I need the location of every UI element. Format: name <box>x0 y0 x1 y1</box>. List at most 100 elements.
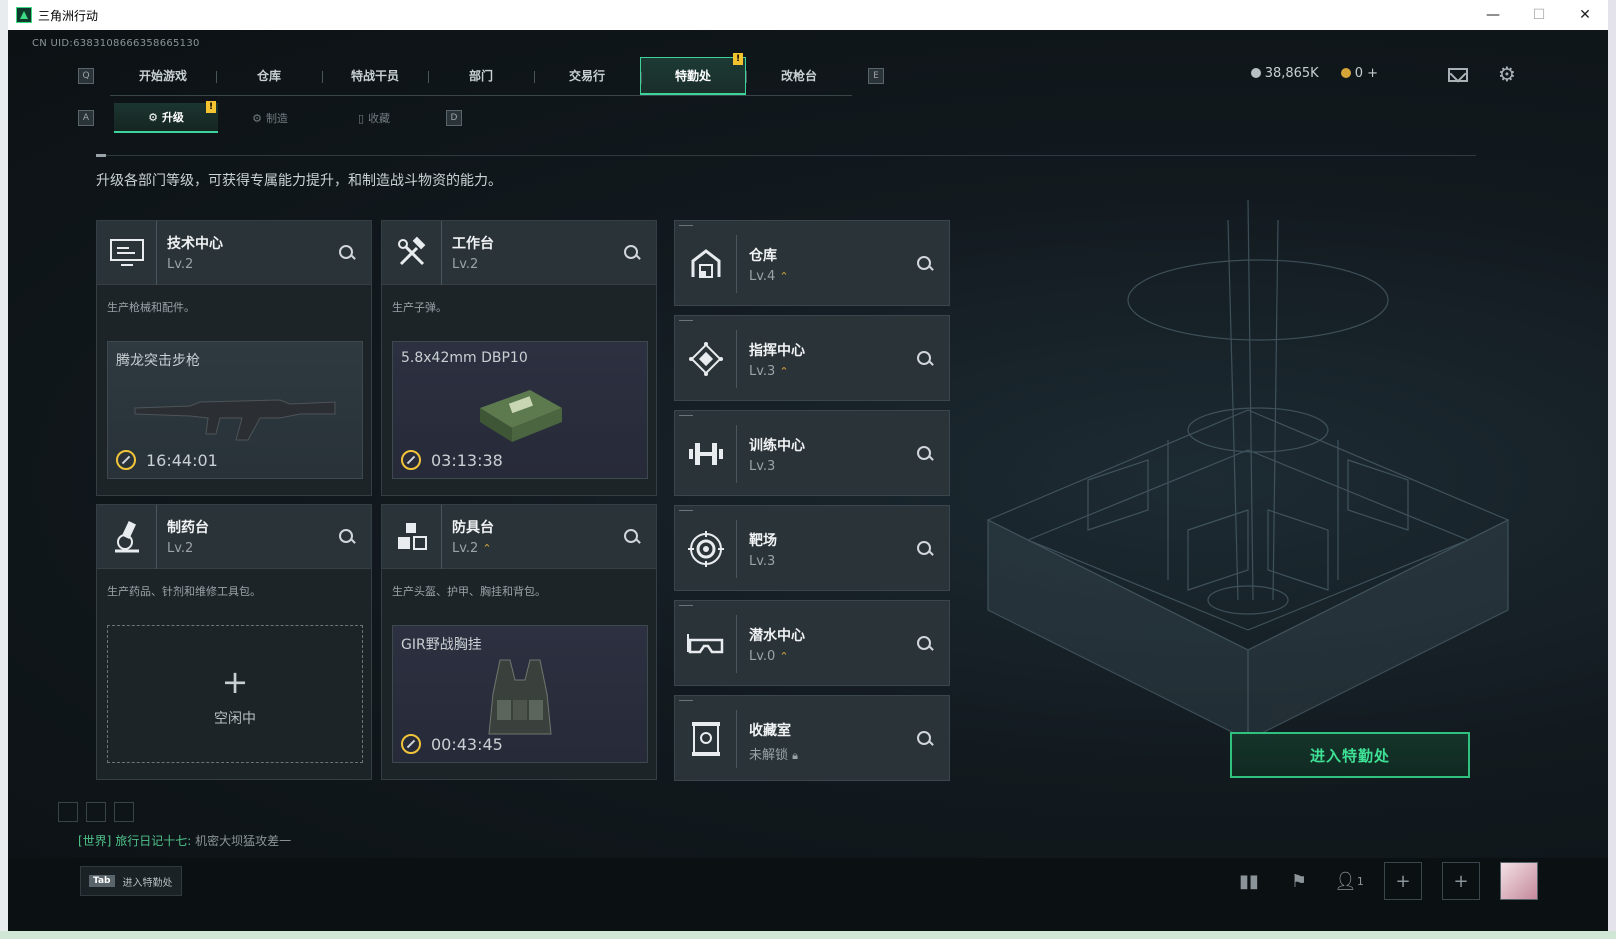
enter-special-ops-button[interactable]: 进入特勤处 <box>1230 732 1470 778</box>
upgrade-tab-icon: ⚙ <box>148 110 158 124</box>
gold-coin-icon <box>1340 68 1351 78</box>
bottom-icons: ▮▮ ⚑ 👤︎ 1 + + <box>1234 862 1538 900</box>
facility-level: Lv.2 <box>167 257 194 272</box>
facility-level: Lv.2 <box>167 541 194 556</box>
subnav-prev-key[interactable]: A <box>78 110 94 126</box>
taskbar-strip <box>0 931 1616 939</box>
idle-label: 空闲中 <box>214 711 256 727</box>
gear-icon[interactable]: ⚙ <box>1498 64 1518 84</box>
maximize-button[interactable]: ☐ <box>1516 0 1562 30</box>
facility-name: 收藏室 <box>749 723 791 739</box>
desktop-left-strip <box>0 0 8 939</box>
facility-level: Lv.3 <box>749 364 776 379</box>
production-slot[interactable]: 腾龙突击步枪 16:44:01 <box>107 341 363 479</box>
production-slot-idle[interactable]: + 空闲中 <box>107 625 363 763</box>
command-icon <box>675 330 737 388</box>
facility-collection-room[interactable]: 收藏室 未解锁 🔒︎ <box>674 695 950 781</box>
page-description: 升级各部门等级，可获得专属能力提升，和制造战斗物资的能力。 <box>96 173 502 189</box>
window-title: 三角洲行动 <box>38 8 99 23</box>
friends-count: 1 <box>1356 874 1364 888</box>
facility-name: 潜水中心 <box>749 628 805 644</box>
search-icon[interactable] <box>337 527 357 547</box>
facility-shooting-range[interactable]: 靶场 Lv.3 <box>674 505 950 591</box>
subtab-upgrade-label: 升级 <box>161 111 184 124</box>
facility-level-row: Lv.2 ⌃ <box>452 541 494 556</box>
add-party-slot-1[interactable]: + <box>1384 862 1422 900</box>
search-icon[interactable] <box>622 243 642 263</box>
workbench-card[interactable]: 工作台 Lv.2 生产子弹。 5.8x42mm DBP10 03:13:38 <box>381 220 657 496</box>
flag-icon[interactable]: ⚑ <box>1284 862 1314 900</box>
search-icon[interactable] <box>915 254 935 274</box>
armor-bench-card[interactable]: 防具台 Lv.2 ⌃ 生产头盔、护甲、胸挂和背包。 GIR野战胸挂 00:43:4… <box>381 504 657 780</box>
facility-name: 训练中心 <box>749 438 805 454</box>
chest-rig-image <box>475 654 565 744</box>
search-icon[interactable] <box>915 729 935 749</box>
chat-sender: 旅行日记十七: <box>115 834 192 848</box>
tab-enter-hint[interactable]: Tab 进入特勤处 <box>80 866 182 896</box>
search-icon[interactable] <box>337 243 357 263</box>
timer-value: 16:44:01 <box>146 450 218 470</box>
search-icon[interactable] <box>622 527 642 547</box>
facility-level: Lv.2 <box>452 257 479 272</box>
desktop-right-strip <box>1608 0 1616 939</box>
rifle-image <box>130 378 340 452</box>
tab-operators[interactable]: 特战干员 <box>322 57 428 95</box>
facility-training-center[interactable]: 训练中心 Lv.3 <box>674 410 950 496</box>
search-icon[interactable] <box>915 444 935 464</box>
facility-level: Lv.3 <box>749 554 776 569</box>
production-slot[interactable]: GIR野战胸挂 00:43:45 <box>392 625 648 763</box>
upgrade-alert-badge: ! <box>206 101 216 113</box>
search-icon[interactable] <box>915 634 935 654</box>
search-icon[interactable] <box>915 349 935 369</box>
silver-currency[interactable]: 38,865K <box>1250 66 1319 81</box>
add-party-slot-2[interactable]: + <box>1442 862 1480 900</box>
nav-next-key[interactable]: E <box>868 68 884 84</box>
tech-center-card[interactable]: 技术中心 Lv.2 生产枪械和配件。 腾龙突击步枪 16:44:01 <box>96 220 372 496</box>
tab-hint-label: 进入特勤处 <box>122 877 173 889</box>
gold-currency[interactable]: 0 + <box>1340 66 1378 81</box>
upgrade-available-icon: ⌃ <box>779 650 789 663</box>
upgrade-available-icon: ⌃ <box>482 542 492 555</box>
subtab-craft[interactable]: ⚙ 制造 <box>218 103 322 133</box>
tab-trade[interactable]: 交易行 <box>534 57 640 95</box>
subtab-upgrade[interactable]: ⚙ 升级 ! <box>114 101 218 133</box>
stats-chart-icon[interactable]: ▮▮ <box>1234 862 1264 900</box>
production-slot[interactable]: 5.8x42mm DBP10 03:13:38 <box>392 341 648 479</box>
facility-diving-center[interactable]: 潜水中心 Lv.0 ⌃ <box>674 600 950 686</box>
warehouse-icon <box>675 235 737 293</box>
dumbbell-icon <box>675 425 737 483</box>
main-nav: Q 开始游戏 仓库 特战干员 部门 交易行 特勤处 ! 改枪台 E <box>78 52 884 96</box>
pharmacy-card[interactable]: 制药台 Lv.2 生产药品、针剂和维修工具包。 + 空闲中 <box>96 504 372 780</box>
close-button[interactable]: ✕ <box>1562 0 1608 30</box>
collection-tab-icon: ▯ <box>357 111 365 125</box>
tab-gunsmith[interactable]: 改枪台 <box>746 57 852 95</box>
avatar[interactable] <box>1500 862 1538 900</box>
tools-icon <box>382 220 442 285</box>
tab-warehouse[interactable]: 仓库 <box>216 57 322 95</box>
facility-level: Lv.2 <box>452 541 479 556</box>
facility-warehouse[interactable]: 仓库 Lv.4 ⌃ <box>674 220 950 306</box>
subtab-collection[interactable]: ▯ 收藏 <box>322 103 426 133</box>
facility-name: 制药台 <box>167 520 209 536</box>
ammo-box-image <box>470 378 570 452</box>
search-icon[interactable] <box>915 539 935 559</box>
window-titlebar[interactable]: 三角洲行动 — ☐ ✕ <box>8 0 1608 30</box>
add-icon: + <box>221 663 249 701</box>
minimize-button[interactable]: — <box>1470 0 1516 30</box>
sub-nav: A ⚙ 升级 ! ⚙ 制造 ▯ 收藏 D <box>78 101 462 134</box>
gold-amount: 0 + <box>1354 66 1378 81</box>
mail-icon[interactable] <box>1448 68 1468 82</box>
tab-start-game[interactable]: 开始游戏 <box>110 57 216 95</box>
world-chat-line[interactable]: [世界] 旅行日记十七: 机密大坝猛攻差一 <box>78 832 291 849</box>
currency-bar: 38,865K 0 + <box>1250 66 1378 81</box>
monitor-icon <box>97 220 157 285</box>
silver-coin-icon <box>1250 68 1261 78</box>
tab-special-ops[interactable]: 特勤处 ! <box>640 52 746 95</box>
tab-key: Tab <box>89 875 115 887</box>
friends-icon[interactable]: 👤︎ 1 <box>1334 862 1364 900</box>
tab-department[interactable]: 部门 <box>428 57 534 95</box>
facility-name: 仓库 <box>749 248 777 264</box>
subnav-next-key[interactable]: D <box>446 110 462 126</box>
nav-prev-key[interactable]: Q <box>78 68 94 84</box>
facility-command-center[interactable]: 指挥中心 Lv.3 ⌃ <box>674 315 950 401</box>
